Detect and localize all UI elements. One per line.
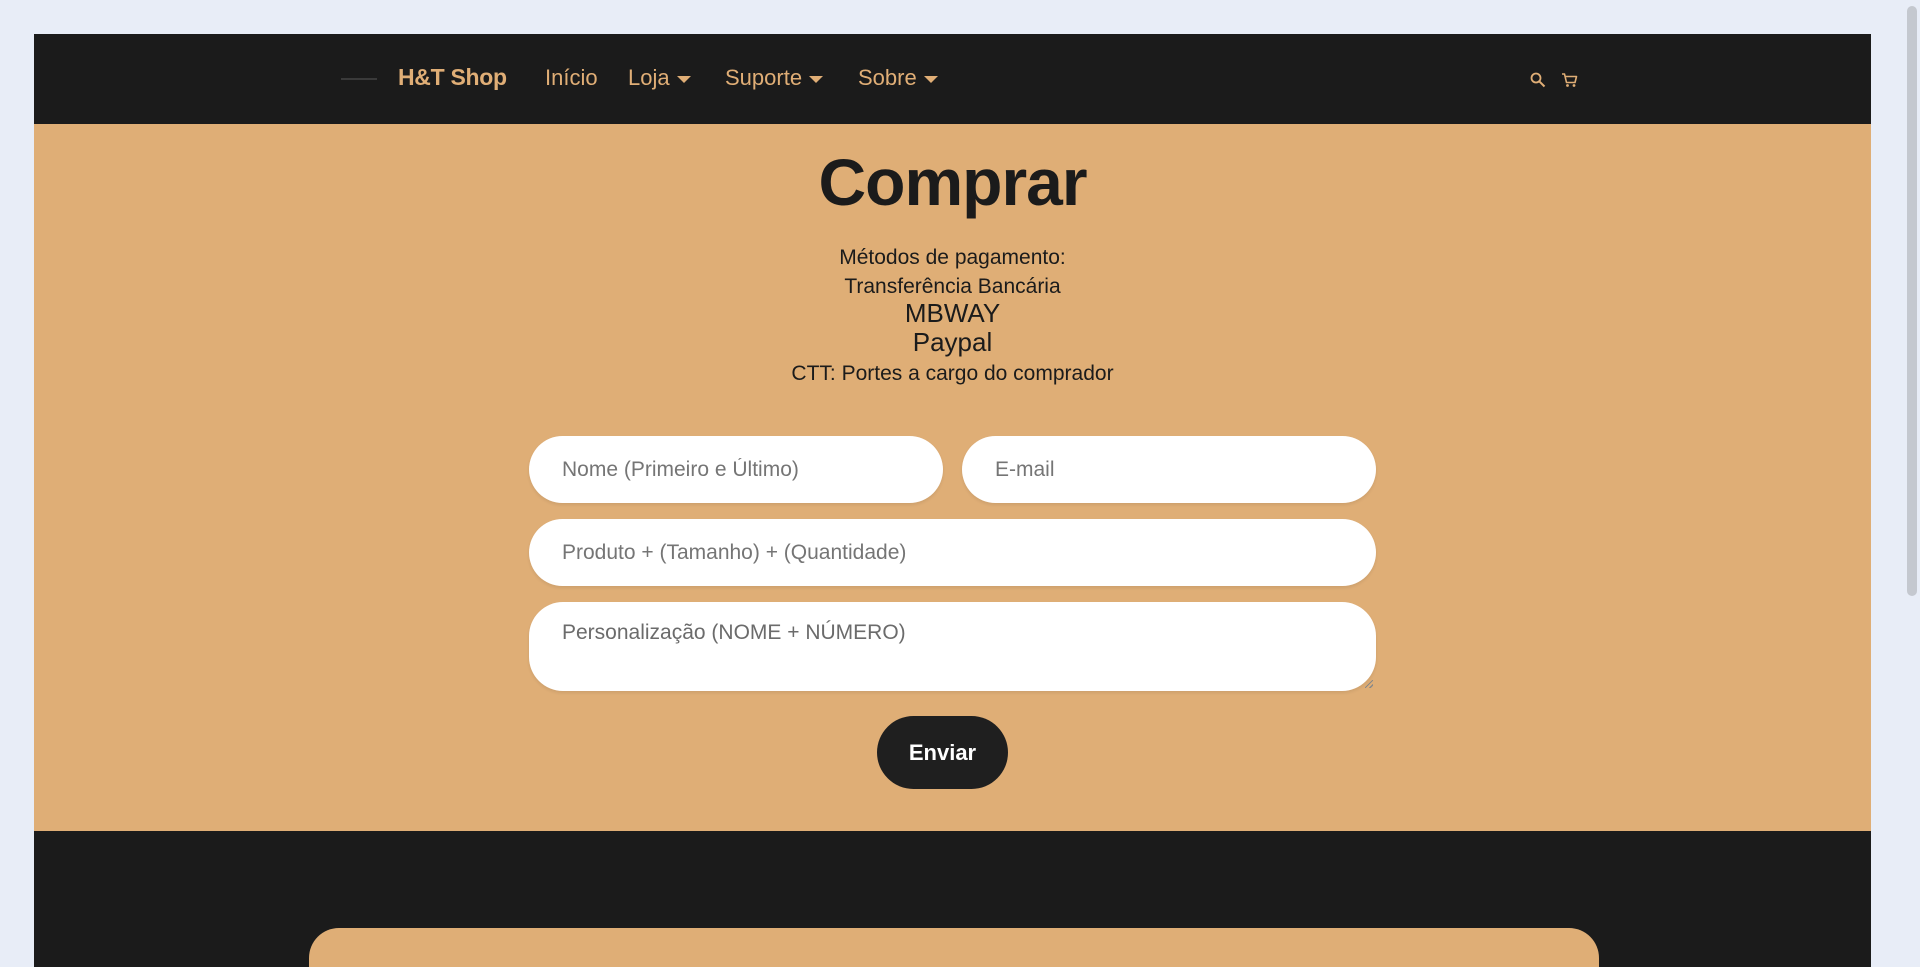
shipping-info: CTT: Portes a cargo do comprador xyxy=(791,362,1114,385)
submit-button[interactable]: Enviar xyxy=(877,716,1008,789)
resize-handle-icon[interactable] xyxy=(1365,680,1373,688)
name-field[interactable] xyxy=(529,436,943,503)
nav-item-sobre[interactable]: Sobre xyxy=(858,65,938,91)
caret-down-icon xyxy=(923,75,938,83)
textarea-placeholder: Personalização (NOME + NÚMERO) xyxy=(562,621,906,644)
payment-method: MBWAY xyxy=(904,298,1001,328)
caret-down-icon xyxy=(676,75,691,83)
footer-card xyxy=(309,928,1599,967)
navbar: H&T Shop Início Loja Suporte Sobre xyxy=(34,34,1871,124)
search-icon[interactable] xyxy=(1530,72,1546,93)
nav-item-label: Suporte xyxy=(725,65,803,90)
cart-icon[interactable] xyxy=(1561,72,1578,93)
purchase-section: Comprar Métodos de pagamento: Transferên… xyxy=(34,124,1871,831)
nav-item-label: Início xyxy=(545,65,598,90)
payment-heading: Métodos de pagamento: xyxy=(839,246,1066,269)
nav-item-inicio[interactable]: Início xyxy=(545,65,598,91)
nav-item-loja[interactable]: Loja xyxy=(628,65,691,91)
page-title: Comprar xyxy=(818,145,1087,219)
page-frame: H&T Shop Início Loja Suporte Sobre Compr… xyxy=(34,34,1871,967)
customization-textarea[interactable]: Personalização (NOME + NÚMERO) xyxy=(529,602,1376,691)
product-field[interactable] xyxy=(529,519,1376,586)
nav-item-label: Loja xyxy=(628,65,670,90)
nav-item-label: Sobre xyxy=(858,65,917,90)
payment-method: Paypal xyxy=(912,327,993,357)
payment-method: Transferência Bancária xyxy=(844,275,1061,298)
scrollbar-thumb[interactable] xyxy=(1907,6,1917,596)
logo-icon[interactable] xyxy=(341,78,377,80)
brand-link[interactable]: H&T Shop xyxy=(398,64,507,91)
nav-item-suporte[interactable]: Suporte xyxy=(725,65,824,91)
email-field[interactable] xyxy=(962,436,1376,503)
page-scrollbar[interactable] xyxy=(1903,0,1920,967)
caret-down-icon xyxy=(809,75,824,83)
